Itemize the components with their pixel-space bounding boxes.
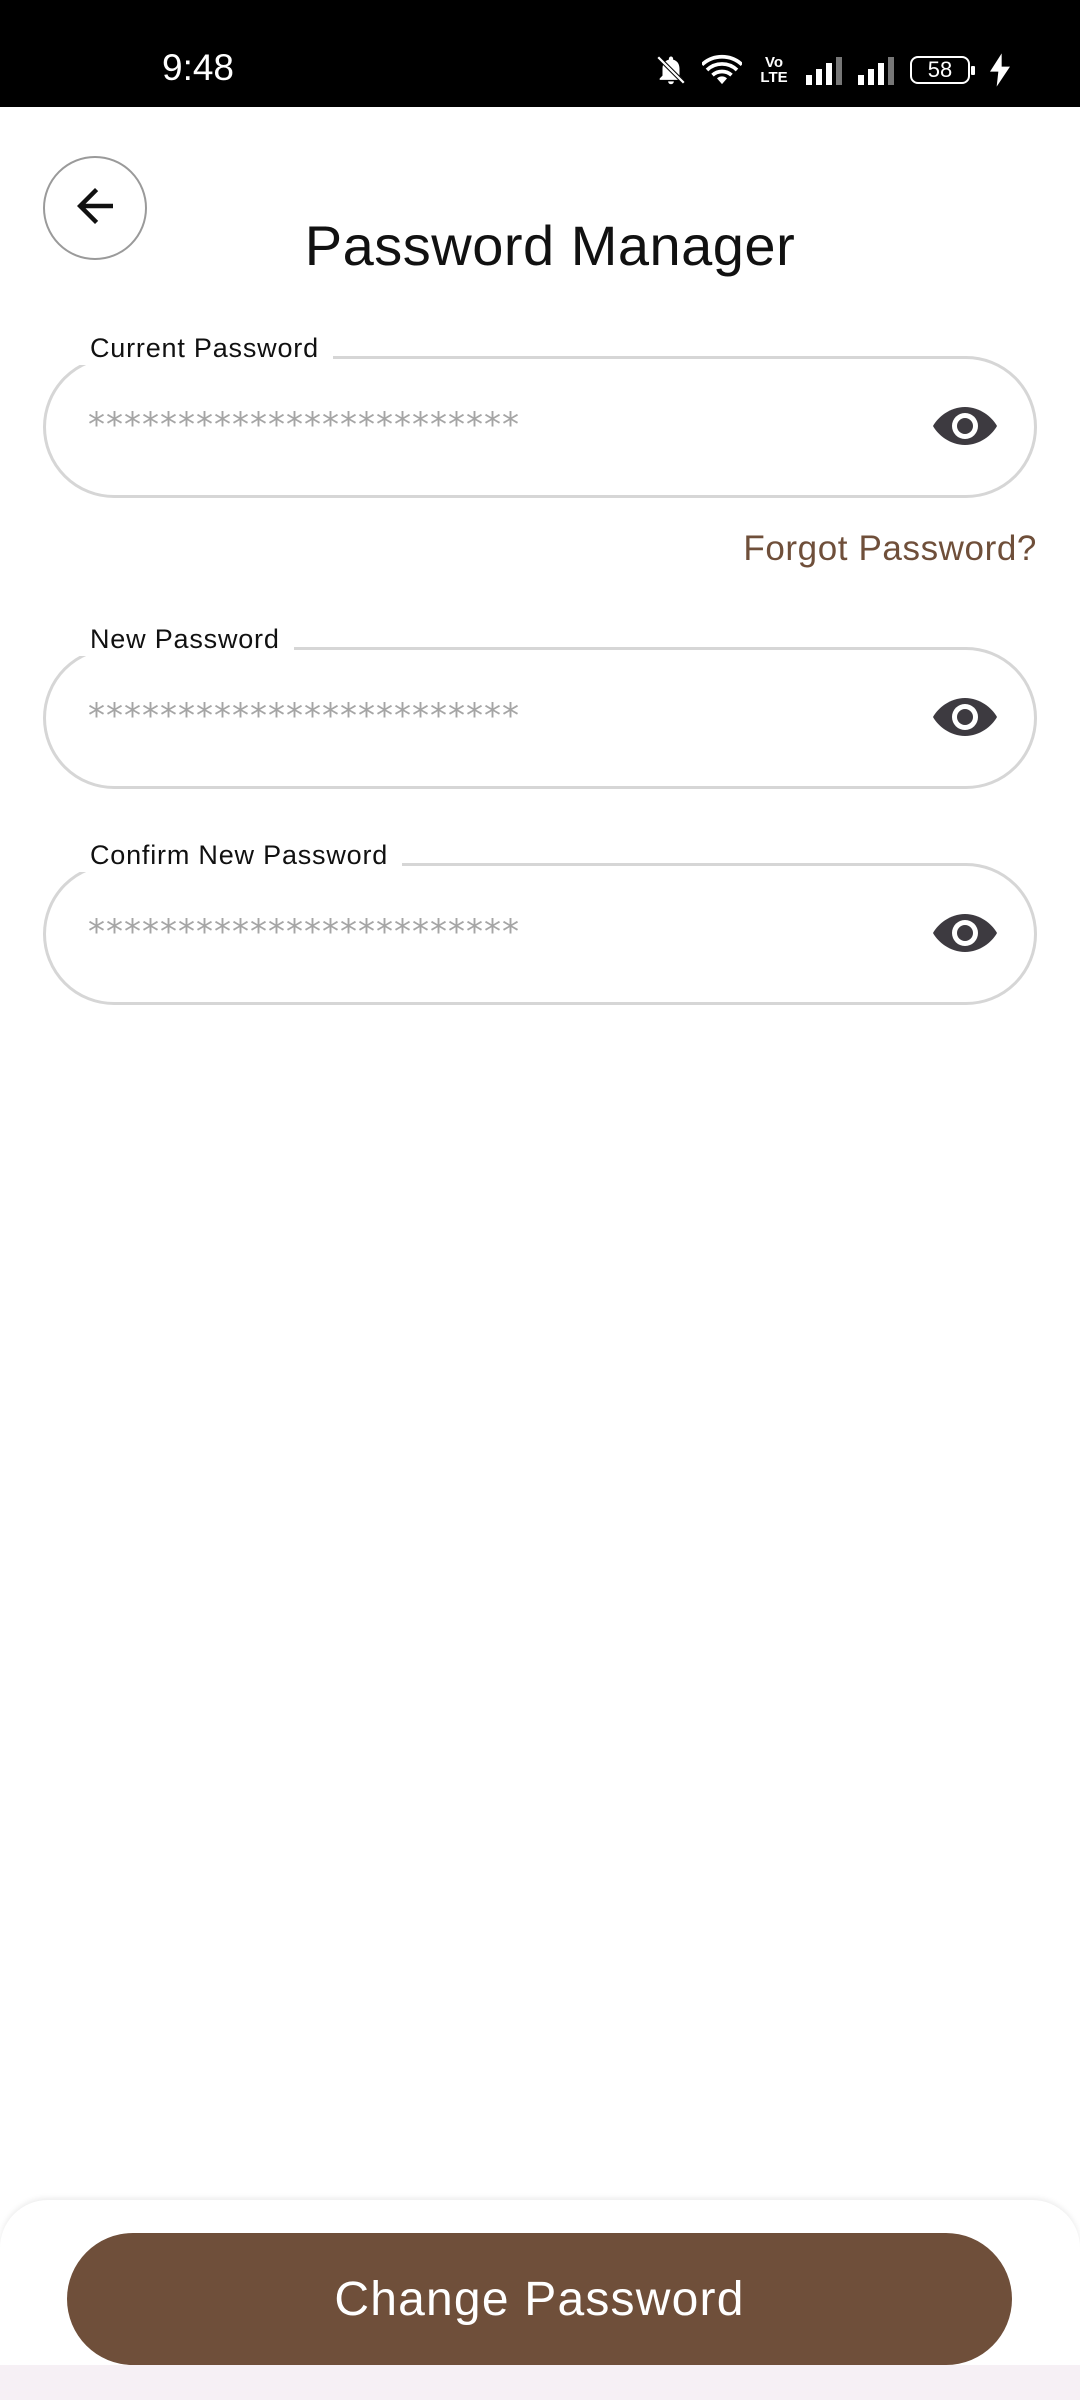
status-icons: Vo LTE 58 [654, 50, 1010, 90]
bell-muted-icon [654, 53, 688, 87]
signal-icon [806, 55, 844, 85]
confirm-password-label: Confirm New Password [76, 838, 403, 872]
current-password-label: Current Password [76, 331, 333, 365]
new-password-input[interactable]: ************************ [88, 696, 520, 736]
eye-icon[interactable] [932, 906, 998, 960]
status-bar: 9:48 Vo LTE 58 [0, 0, 1080, 107]
confirm-password-field[interactable]: Confirm New Password *******************… [43, 838, 1037, 1005]
current-password-field[interactable]: Current Password ***********************… [43, 331, 1037, 498]
wifi-icon [702, 54, 742, 86]
current-password-input[interactable]: ************************ [88, 405, 520, 445]
new-password-field[interactable]: New Password ************************ [43, 622, 1037, 789]
signal-icon [858, 55, 896, 85]
navigation-bar [0, 2365, 1080, 2400]
volte-icon: Vo LTE [760, 54, 788, 86]
forgot-password-link[interactable]: Forgot Password? [743, 528, 1037, 570]
confirm-password-input[interactable]: ************************ [88, 912, 520, 952]
new-password-label: New Password [76, 622, 294, 656]
change-password-button[interactable]: Change Password [67, 2233, 1012, 2365]
page-title: Password Manager [304, 213, 796, 277]
status-time: 9:48 [162, 47, 235, 88]
battery-level: 58 [927, 57, 953, 82]
battery-icon: 58 [910, 56, 975, 84]
charging-icon [990, 53, 1010, 87]
eye-icon[interactable] [932, 690, 998, 744]
eye-icon[interactable] [932, 399, 998, 453]
